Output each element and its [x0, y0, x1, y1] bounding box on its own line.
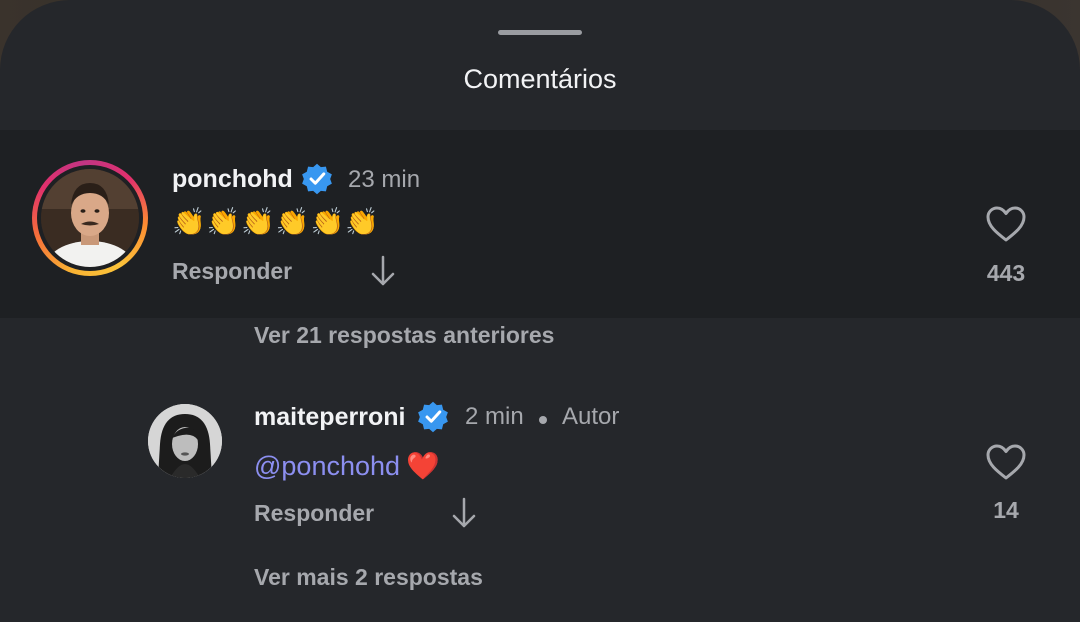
heart-emoji: ❤️ — [406, 451, 440, 481]
heart-outline-icon[interactable] — [985, 205, 1027, 243]
drag-handle[interactable] — [498, 30, 582, 35]
verified-badge-icon — [302, 163, 332, 195]
heart-outline-icon[interactable] — [985, 443, 1027, 481]
arrow-down-icon[interactable] — [370, 255, 396, 287]
like-count: 14 — [993, 497, 1019, 523]
comment-text: @ponchohd ❤️ — [254, 450, 440, 482]
separator-dot — [539, 416, 547, 424]
avatar-story-ring[interactable] — [32, 160, 148, 276]
comment-time: 23 min — [348, 166, 421, 193]
author-badge: Autor — [562, 403, 620, 430]
comment-time: 2 min — [465, 403, 524, 430]
mention-link[interactable]: @ponchohd — [254, 451, 400, 481]
like-count: 443 — [986, 260, 1026, 286]
arrow-down-icon[interactable] — [451, 497, 477, 529]
reply-button[interactable]: Responder — [172, 258, 292, 285]
avatar[interactable] — [148, 404, 222, 478]
verified-badge-icon — [418, 401, 448, 433]
comment-username[interactable]: maiteperroni — [254, 403, 405, 432]
avatar — [41, 169, 139, 267]
view-previous-replies-button[interactable]: Ver 21 respostas anteriores — [254, 322, 554, 349]
sheet-title: Comentários — [463, 64, 617, 94]
highlighted-comment — [0, 130, 1080, 318]
comment-text: 👏👏👏👏👏👏 — [172, 207, 380, 237]
reply-button[interactable]: Responder — [254, 500, 374, 527]
comments-sheet: Comentários ponchohd 23 min 👏👏👏👏👏👏 Respo… — [0, 0, 1080, 622]
comment-username[interactable]: ponchohd — [172, 165, 293, 194]
view-more-replies-button[interactable]: Ver mais 2 respostas — [254, 564, 483, 591]
